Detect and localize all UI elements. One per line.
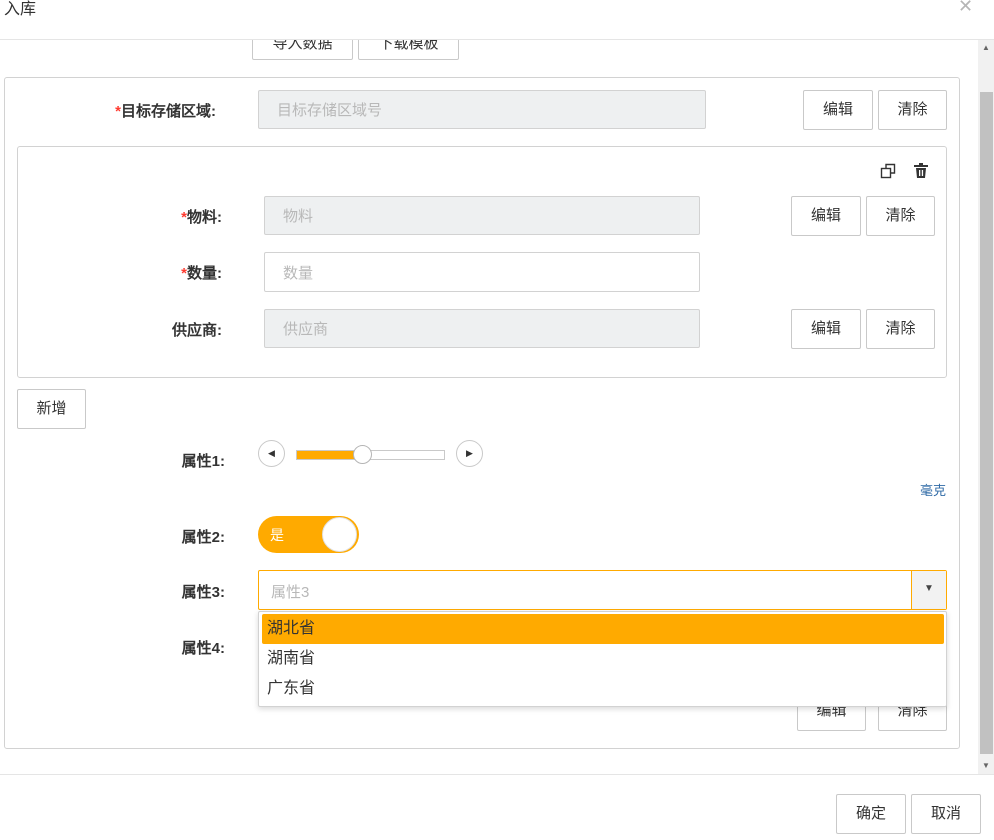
target-area-input[interactable]: 目标存储区域号 <box>258 90 706 129</box>
stock-in-dialog: 入库 ✕ 导入数据 下载模板 *目标存储区域: 目标存储区域号 编辑 清除 *物… <box>0 0 994 840</box>
scroll-down-icon[interactable]: ▼ <box>978 758 994 774</box>
attr3-select[interactable]: 属性3 ▼ <box>258 570 947 610</box>
supplier-clear-button[interactable]: 清除 <box>866 309 935 349</box>
import-data-button[interactable]: 导入数据 <box>252 40 353 60</box>
supplier-input[interactable]: 供应商 <box>264 309 700 348</box>
dialog-footer: 确定 取消 <box>0 774 994 840</box>
attr3-placeholder: 属性3 <box>271 584 310 601</box>
attr1-slider-fill <box>297 451 362 459</box>
quantity-input[interactable]: 数量 <box>264 252 700 292</box>
scroll-up-icon[interactable]: ▲ <box>978 40 994 56</box>
download-template-button[interactable]: 下载模板 <box>358 40 459 60</box>
copy-icon[interactable] <box>879 162 897 180</box>
add-item-button[interactable]: 新增 <box>17 389 86 429</box>
attr3-dropdown-list: 湖北省 湖南省 广东省 <box>258 611 947 707</box>
trash-icon[interactable] <box>912 162 930 180</box>
attr4-label: 属性4: <box>181 640 225 657</box>
attr1-unit: 毫克 <box>920 483 947 498</box>
attr2-toggle-text: 是 <box>270 527 284 543</box>
target-area-clear-button[interactable]: 清除 <box>878 90 947 130</box>
slider-increase-button[interactable]: ▶ <box>456 440 483 467</box>
attr2-label: 属性2: <box>181 529 225 546</box>
attr3-label: 属性3: <box>181 584 225 601</box>
vertical-scrollbar[interactable]: ▲ ▼ <box>978 40 994 774</box>
attr3-dropdown-button[interactable]: ▼ <box>911 571 946 609</box>
supplier-edit-button[interactable]: 编辑 <box>791 309 861 349</box>
dropdown-option[interactable]: 湖南省 <box>262 644 944 674</box>
cancel-button[interactable]: 取消 <box>911 794 981 834</box>
chevron-down-icon: ▼ <box>924 583 934 594</box>
material-label: *物料: <box>181 209 222 226</box>
dialog-title-bar: 入库 ✕ <box>0 0 994 40</box>
supplier-label: 供应商: <box>172 322 222 339</box>
target-area-label: *目标存储区域: <box>115 103 216 120</box>
quantity-label: *数量: <box>181 265 222 282</box>
close-icon[interactable]: ✕ <box>958 0 973 16</box>
confirm-button[interactable]: 确定 <box>836 794 906 834</box>
material-edit-button[interactable]: 编辑 <box>791 196 861 236</box>
attr1-slider-handle[interactable] <box>353 445 372 464</box>
dropdown-option[interactable]: 湖北省 <box>262 614 944 644</box>
scrollbar-thumb[interactable] <box>980 92 993 754</box>
target-area-edit-button[interactable]: 编辑 <box>803 90 873 130</box>
attr1-label: 属性1: <box>181 453 225 470</box>
material-input[interactable]: 物料 <box>264 196 700 235</box>
attr2-toggle[interactable]: 是 <box>258 516 359 553</box>
attr2-toggle-knob <box>322 517 357 552</box>
dropdown-option[interactable]: 广东省 <box>262 674 944 704</box>
material-clear-button[interactable]: 清除 <box>866 196 935 236</box>
dialog-title: 入库 <box>4 1 37 18</box>
slider-decrease-button[interactable]: ◀ <box>258 440 285 467</box>
